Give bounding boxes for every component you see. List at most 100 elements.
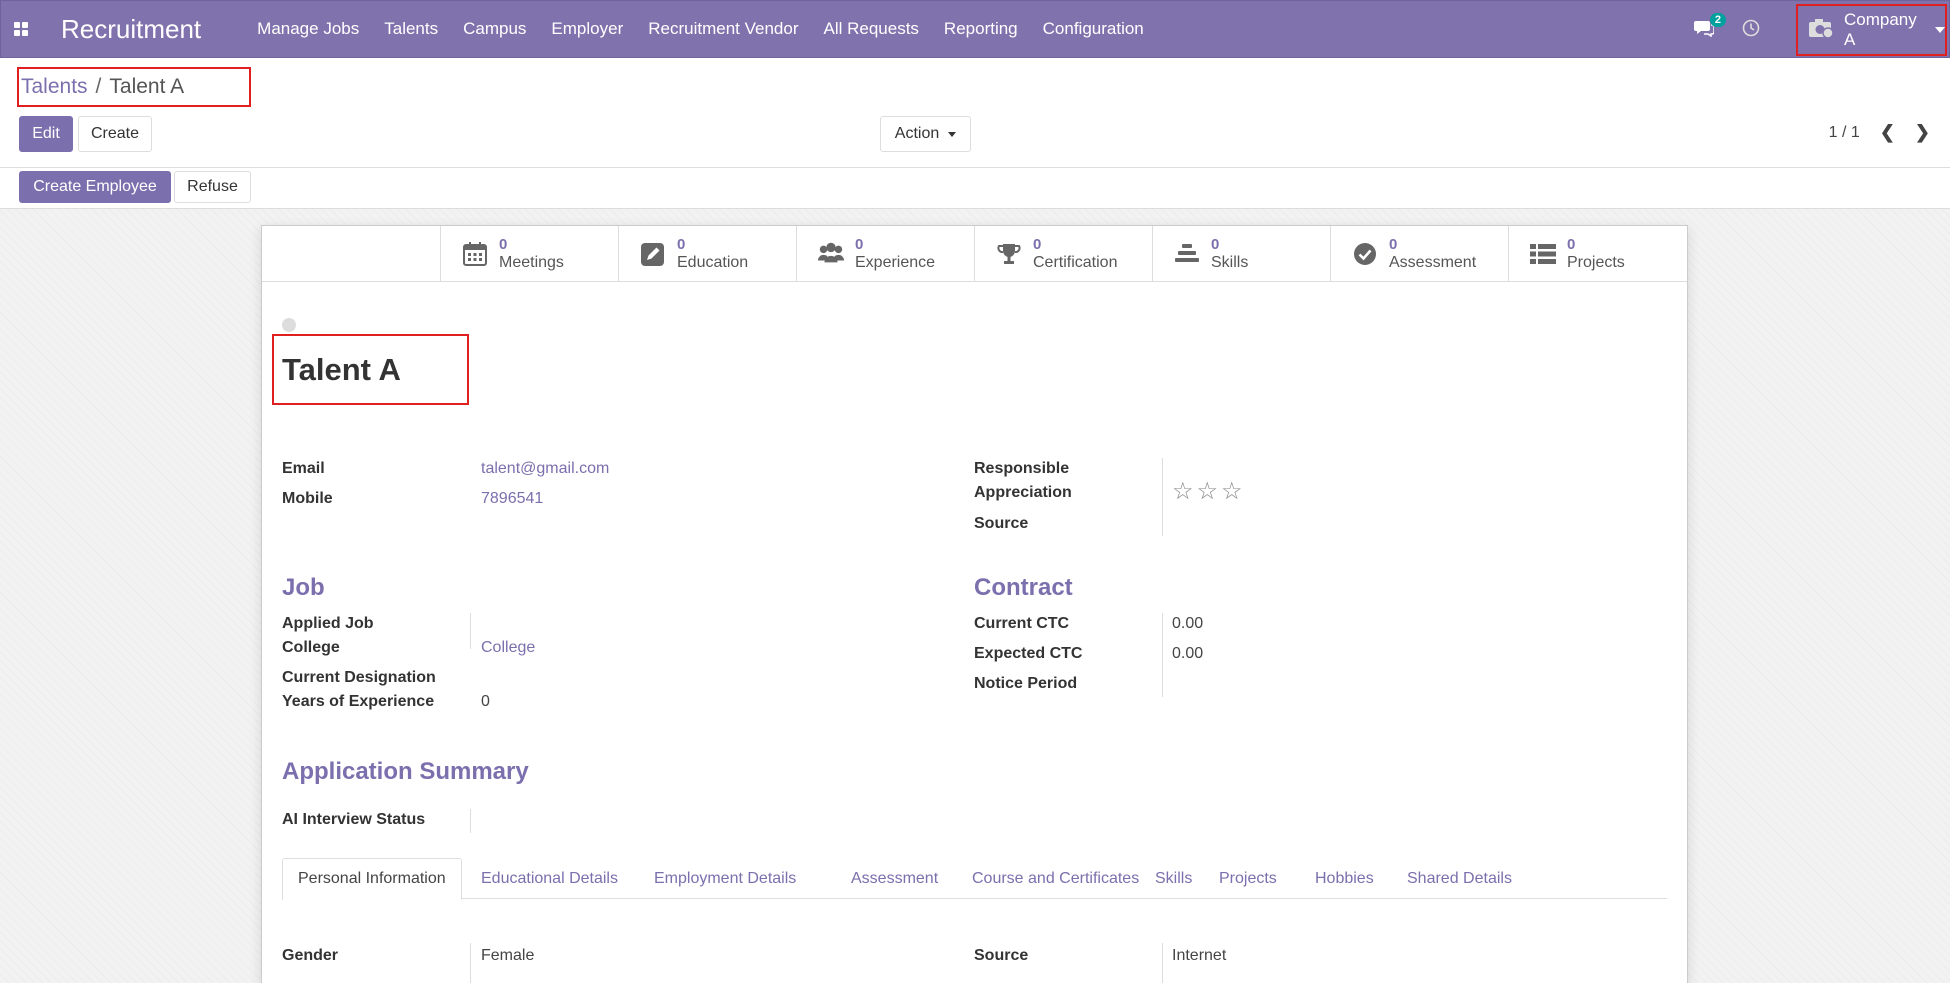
app-title[interactable]: Recruitment	[61, 14, 201, 45]
menu-configuration[interactable]: Configuration	[1043, 19, 1144, 39]
notebook-tabs: Personal Information Educational Details…	[282, 858, 1667, 900]
menu-reporting[interactable]: Reporting	[944, 19, 1018, 39]
breadcrumb-separator: /	[95, 75, 102, 98]
record-title-box: Talent A	[272, 334, 469, 405]
notice-period-label: Notice Period	[974, 675, 1078, 692]
skills-count: 0	[1211, 236, 1220, 253]
current-ctc-label: Current CTC	[974, 615, 1070, 632]
tab-projects[interactable]: Projects	[1219, 858, 1277, 899]
years-experience-value[interactable]: 0	[481, 693, 490, 711]
tab-assessment[interactable]: Assessment	[851, 858, 938, 899]
college-label: College	[282, 639, 340, 656]
smart-button-education[interactable]: 0 Education	[618, 226, 796, 282]
smart-button-projects[interactable]: 0 Projects	[1508, 226, 1686, 282]
smart-button-row: 0 Meetings 0 Education 0 Experience 0 Certif…	[262, 226, 1687, 282]
ai-interview-status-label: AI Interview Status	[282, 811, 426, 828]
action-label: Action	[894, 125, 940, 142]
years-experience-label: Years of Experience	[282, 693, 435, 710]
appreciation-stars[interactable]: ☆☆☆	[1172, 477, 1246, 506]
personal-source-value[interactable]: Internet	[1172, 947, 1226, 965]
breadcrumb-talents-link[interactable]: Talents	[21, 75, 88, 99]
field-separator	[1162, 458, 1163, 536]
pager-value[interactable]: 1 / 1	[1829, 124, 1860, 142]
chat-count-badge: 2	[1709, 12, 1726, 27]
menu-campus[interactable]: Campus	[463, 19, 526, 39]
college-value[interactable]: College	[481, 639, 535, 657]
job-section-title: Job	[282, 574, 325, 601]
expected-ctc-value[interactable]: 0.00	[1172, 645, 1203, 663]
smart-button-skills[interactable]: 0 Skills	[1152, 226, 1330, 282]
gender-value[interactable]: Female	[481, 947, 534, 965]
personal-source-label: Source	[974, 947, 1029, 964]
smart-button-certification[interactable]: 0 Certification	[974, 226, 1152, 282]
tab-hobbies[interactable]: Hobbies	[1315, 858, 1374, 899]
field-separator	[470, 809, 471, 833]
tab-personal-information[interactable]: Personal Information	[282, 858, 462, 900]
education-count: 0	[677, 236, 686, 253]
contract-section-title: Contract	[974, 574, 1073, 601]
current-ctc-value[interactable]: 0.00	[1172, 615, 1203, 633]
refuse-button[interactable]: Refuse	[174, 171, 251, 203]
smart-button-meetings[interactable]: 0 Meetings	[440, 226, 618, 282]
navbar-right: 2 Company A	[1694, 1, 1949, 59]
assessment-count: 0	[1389, 236, 1398, 253]
application-summary-title: Application Summary	[282, 758, 529, 785]
main-menu: Manage Jobs Talents Campus Employer Recr…	[257, 19, 1169, 39]
meetings-label: Meetings	[499, 254, 564, 271]
mobile-value[interactable]: 7896541	[481, 490, 543, 508]
tab-shared-details[interactable]: Shared Details	[1407, 858, 1512, 899]
responsible-label: Responsible	[974, 460, 1070, 477]
experience-label: Experience	[855, 254, 936, 271]
appreciation-label: Appreciation	[974, 484, 1072, 501]
chevron-down-icon	[1935, 27, 1945, 33]
meetings-count: 0	[499, 236, 508, 253]
menu-all-requests[interactable]: All Requests	[823, 19, 918, 39]
current-designation-label: Current Designation	[282, 669, 436, 686]
certification-label: Certification	[1033, 254, 1118, 271]
smart-button-assessment[interactable]: 0 Assessment	[1330, 226, 1508, 282]
chat-icon[interactable]: 2	[1694, 12, 1726, 42]
field-separator	[470, 613, 471, 649]
edit-button[interactable]: Edit	[19, 116, 73, 152]
projects-label: Projects	[1567, 254, 1625, 271]
smart-button-experience[interactable]: 0 Experience	[796, 226, 974, 282]
record-title[interactable]: Talent A	[282, 352, 401, 388]
menu-manage-jobs[interactable]: Manage Jobs	[257, 19, 359, 39]
skills-label: Skills	[1211, 254, 1249, 271]
top-navbar: Recruitment Manage Jobs Talents Campus E…	[0, 0, 1950, 58]
company-switcher[interactable]: Company A	[1796, 4, 1947, 56]
expected-ctc-label: Expected CTC	[974, 645, 1083, 662]
mobile-label: Mobile	[282, 490, 333, 507]
pager-previous-icon[interactable]: ❮	[1880, 122, 1895, 143]
tab-skills[interactable]: Skills	[1155, 858, 1192, 899]
company-name: Company A	[1844, 10, 1917, 49]
email-value[interactable]: talent@gmail.com	[481, 460, 609, 478]
app-menu-icon[interactable]	[1, 0, 41, 58]
action-dropdown[interactable]: Action	[880, 116, 971, 152]
pager: 1 / 1 ❮ ❯	[1829, 122, 1930, 143]
skills-icon	[1173, 240, 1201, 268]
tab-course-and-certificates[interactable]: Course and Certificates	[972, 858, 1139, 899]
assessment-label: Assessment	[1389, 254, 1477, 271]
calendar-icon	[461, 240, 489, 268]
field-separator	[1162, 943, 1163, 983]
menu-recruitment-vendor[interactable]: Recruitment Vendor	[648, 19, 798, 39]
activity-clock-icon[interactable]	[1742, 19, 1760, 42]
create-employee-button[interactable]: Create Employee	[19, 171, 171, 203]
edit-icon	[639, 240, 667, 268]
create-button[interactable]: Create	[78, 116, 152, 152]
projects-count: 0	[1567, 236, 1576, 253]
kanban-state-dot[interactable]	[282, 318, 296, 332]
applied-job-label: Applied Job	[282, 615, 374, 632]
trophy-icon	[995, 240, 1023, 268]
menu-talents[interactable]: Talents	[384, 19, 438, 39]
tab-educational-details[interactable]: Educational Details	[481, 858, 618, 899]
users-icon	[817, 240, 845, 268]
pager-next-icon[interactable]: ❯	[1915, 122, 1930, 143]
tab-employment-details[interactable]: Employment Details	[654, 858, 796, 899]
field-separator	[470, 943, 471, 983]
menu-employer[interactable]: Employer	[551, 19, 623, 39]
breadcrumb: Talents / Talent A	[17, 67, 251, 107]
chevron-down-icon	[948, 131, 957, 137]
field-separator	[1162, 613, 1163, 697]
